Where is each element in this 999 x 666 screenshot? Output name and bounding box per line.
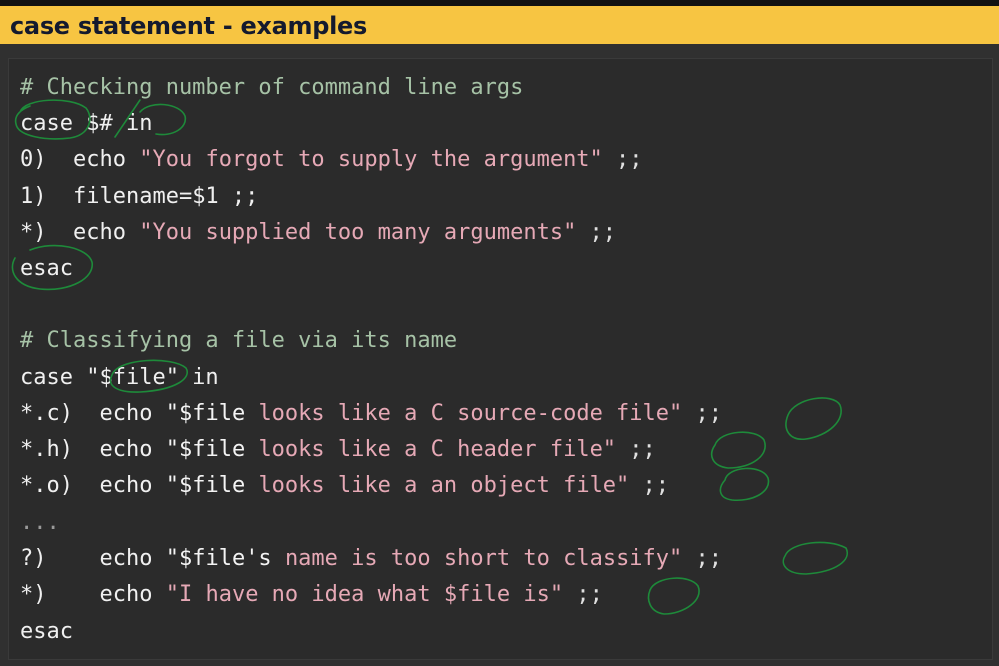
code-token: echo (72, 220, 140, 245)
code-token: "I have no idea what $file is" (165, 582, 564, 607)
code-token: echo (99, 401, 166, 426)
code-token: echo (99, 546, 166, 571)
code-token: name is too short to classify" (284, 546, 683, 571)
code-token: ;; (682, 546, 723, 571)
code-token: "$file (165, 473, 259, 498)
code-token: ?) (20, 546, 100, 571)
code-line: *) echo "I have no idea what $file is" ;… (20, 577, 603, 613)
code-token: ;; (682, 401, 723, 426)
code-token: *.h) (20, 437, 100, 462)
code-token: ... (20, 510, 60, 535)
code-line: esac (20, 251, 73, 287)
code-token: filename=$1 ;; (72, 184, 259, 209)
code-token: echo (99, 582, 166, 607)
code-token: "You forgot to supply the argument" (139, 147, 603, 172)
code-token: esac (20, 619, 73, 644)
code-line: 1) filename=$1 ;; (20, 179, 258, 215)
code-token: looks like a C header file" (258, 437, 617, 462)
code-token: looks like a an object file" (258, 473, 630, 498)
code-token: 0) (20, 147, 73, 172)
code-token: echo (99, 437, 166, 462)
code-line: *.o) echo "$file looks like a an object … (20, 468, 669, 504)
code-line: 0) echo "You forgot to supply the argume… (20, 142, 643, 178)
code-token: case $# in (20, 111, 153, 136)
code-token: *) (20, 220, 73, 245)
code-token: looks like a C source-code file" (258, 401, 683, 426)
code-token: ;; (563, 582, 603, 607)
code-token: # Checking number of command line args (20, 75, 524, 100)
code-token: *) (20, 582, 100, 607)
code-token: "$file (165, 401, 259, 426)
code-token: ;; (616, 437, 656, 462)
code-token: "$file's (165, 546, 285, 571)
code-line: case "$file" in (20, 360, 219, 396)
code-token: case "$file" in (20, 365, 219, 390)
code-line: # Classifying a file via its name (20, 323, 457, 359)
code-token: ;; (602, 147, 643, 172)
code-token: ;; (576, 220, 617, 245)
code-line: ?) echo "$file's name is too short to cl… (20, 541, 722, 577)
code-token: esac (20, 256, 73, 281)
code-line: ... (20, 505, 60, 541)
code-token: echo (72, 147, 140, 172)
code-line: case $# in (20, 106, 152, 142)
code-token: *.c) (20, 401, 100, 426)
code-line: # Checking number of command line args (20, 70, 523, 106)
code-token: # Classifying a file via its name (20, 328, 458, 353)
code-line: *) echo "You supplied too many arguments… (20, 215, 616, 251)
code-token: *.o) (20, 473, 100, 498)
code-token: "$file (165, 437, 259, 462)
code-token: ;; (629, 473, 670, 498)
code-line: esac (20, 614, 73, 650)
code-token: 1) (20, 184, 73, 209)
code-token: echo (99, 473, 166, 498)
code-line: *.c) echo "$file looks like a C source-c… (20, 396, 722, 432)
code-block: # Checking number of command line args ca… (20, 0, 990, 666)
code-line: *.h) echo "$file looks like a C header f… (20, 432, 656, 468)
code-token: "You supplied too many arguments" (139, 220, 577, 245)
